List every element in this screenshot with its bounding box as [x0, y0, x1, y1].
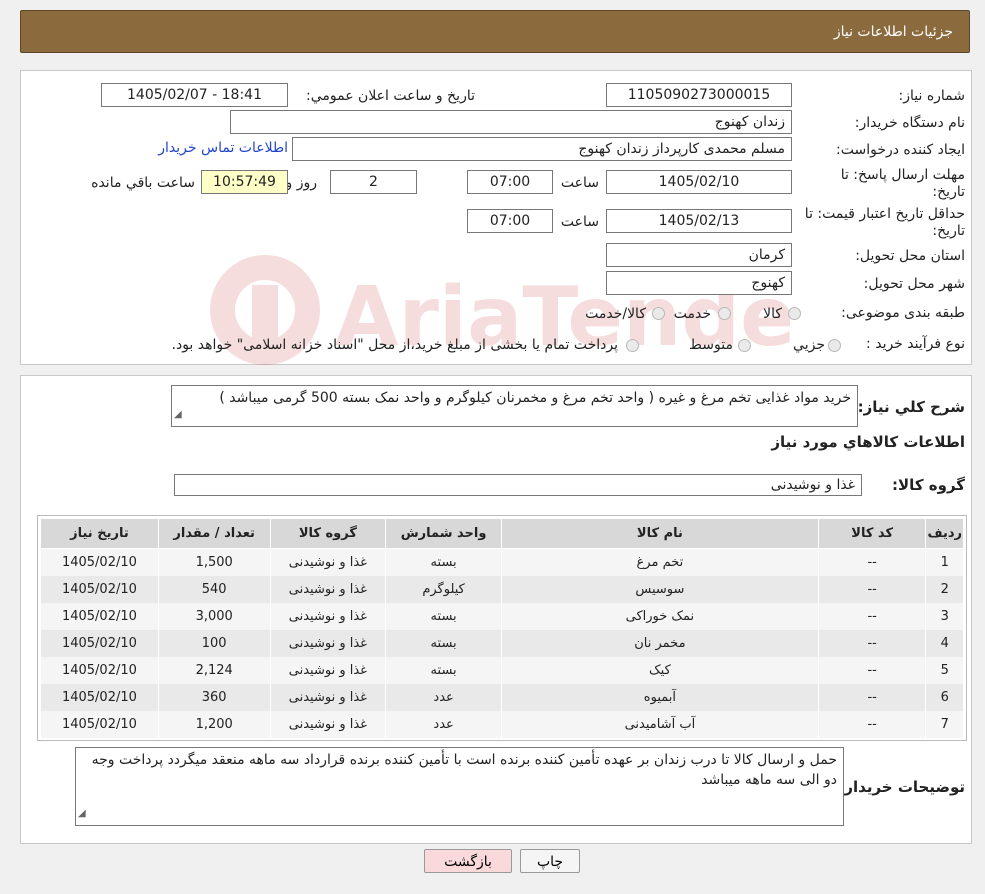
province-label: استان محل تحویل: [855, 248, 965, 264]
table-header-row: رديف کد کالا نام کالا واحد شمارش گروه کا… [40, 518, 964, 549]
table-row: 1 -- تخم مرغ بسته غذا و نوشیدنی 1,500 1405/02/… [40, 548, 964, 576]
col-unit: واحد شمارش [385, 518, 502, 549]
category-option-service: خدمت [673, 306, 711, 322]
remaining-label: ساعت باقي مانده [91, 175, 195, 191]
goods-group-label: گروه کالا: [892, 476, 965, 494]
back-button[interactable]: بازگشت [424, 849, 512, 873]
col-row-number: رديف [925, 518, 964, 549]
table-row: 5 -- کیک بسته غذا و نوشیدنی 2,124 1405/02/10 [40, 656, 964, 684]
col-group: گروه کالا [269, 518, 387, 549]
process-label: نوع فرآیند خرید : [866, 336, 965, 352]
reply-date-field: 1405/02/10 [606, 170, 792, 194]
goods-group-field: غذا و نوشیدنی [174, 474, 862, 496]
resize-handle-icon[interactable]: ◢ [78, 804, 86, 824]
col-item-code: کد کالا [817, 518, 927, 549]
buyer-notes-label: توضیحات خریدار: [838, 778, 965, 796]
table-row: 7 -- آب آشامیدنی عدد غذا و نوشیدنی 1,200 1405/… [40, 710, 964, 738]
process-option-minor: جزیي [793, 337, 825, 353]
price-valid-label: حداقل تاریخ اعتبار قیمت: تا [804, 206, 965, 222]
description-text: خرید مواد غذایی تخم مرغ و غیره ( واحد تخ… [219, 390, 851, 406]
table-row: 3 -- نمک خوراکی بسته غذا و نوشیدنی 3,000 1405/… [40, 602, 964, 630]
table-row: 2 -- سوسیس کیلوگرم غذا و نوشیدنی 540 1405/02/1… [40, 575, 964, 603]
category-radio-goods-service[interactable] [652, 307, 665, 320]
category-label: طبقه بندی موضوعی: [841, 305, 965, 321]
days-label: روز و [285, 175, 318, 191]
page-header: جزئیات اطلاعات نیاز [20, 10, 970, 53]
category-radio-service[interactable] [718, 307, 731, 320]
process-radio-medium[interactable] [738, 339, 751, 352]
table-row: 6 -- آبمیوه عدد غذا و نوشیدنی 360 1405/02/10 [40, 683, 964, 711]
remaining-time-field: 10:57:49 [201, 170, 288, 194]
creator-field: مسلم محمدی کارپرداز زندان کهنوج [292, 137, 792, 161]
col-item-name: نام کالا [500, 518, 819, 549]
col-quantity: تعداد / مقدار [157, 518, 271, 549]
col-need-date: تاریخ نیاز [40, 518, 159, 549]
reply-deadline-label-2: تاریخ: [932, 184, 965, 200]
items-table: رديف کد کالا نام کالا واحد شمارش گروه کا… [40, 518, 964, 738]
price-valid-hour-label: ساعت [560, 214, 599, 230]
category-radio-goods[interactable] [788, 307, 801, 320]
process-option-medium: متوسط [689, 337, 733, 353]
process-radio-treasury[interactable] [626, 339, 639, 352]
province-field: کرمان [606, 243, 792, 267]
table-row: 4 -- مخمر نان بسته غذا و نوشیدنی 100 1405/02/1… [40, 629, 964, 657]
reply-deadline-label: مهلت ارسال پاسخ: تا [840, 167, 965, 183]
resize-handle-icon[interactable]: ◢ [174, 405, 182, 425]
buyer-notes-text: حمل و ارسال کالا تا درب زندان بر عهده تأ… [91, 752, 837, 788]
process-radio-minor[interactable] [828, 339, 841, 352]
need-number-label: شماره نیاز: [898, 88, 966, 104]
city-label: شهر محل تحویل: [863, 276, 965, 292]
buyer-org-label: نام دستگاه خریدار: [854, 115, 965, 131]
reply-time-field: 07:00 [467, 170, 553, 194]
city-field: کهنوج [606, 271, 792, 295]
days-field: 2 [330, 170, 417, 194]
price-valid-date-field: 1405/02/13 [606, 209, 792, 233]
page-title: جزئیات اطلاعات نیاز [833, 24, 953, 40]
need-number-field: 1105090273000015 [606, 83, 792, 107]
print-button[interactable]: چاپ [520, 849, 580, 873]
category-option-goods: کالا [763, 306, 782, 322]
goods-section-title: اطلاعات کالاهاي مورد نياز [771, 433, 965, 451]
buyer-notes-textarea: حمل و ارسال کالا تا درب زندان بر عهده تأ… [75, 747, 844, 826]
announce-field: 1405/02/07 - 18:41 [101, 83, 288, 107]
process-note: پرداخت تمام یا بخشی از مبلغ خرید،از محل … [171, 337, 618, 353]
price-valid-label-2: تاریخ: [932, 223, 965, 239]
buyer-org-field: زندان کهنوج [230, 110, 792, 134]
description-textarea: خرید مواد غذایی تخم مرغ و غیره ( واحد تخ… [171, 385, 858, 427]
description-label: شرح کلي نياز: [857, 398, 965, 416]
category-option-goods-service: کالا/خدمت [585, 306, 646, 322]
price-valid-time-field: 07:00 [467, 209, 553, 233]
reply-hour-label: ساعت [560, 175, 599, 191]
contact-buyer-link[interactable]: اطلاعات تماس خریدار [158, 140, 288, 156]
creator-label: ایجاد کننده درخواست: [836, 142, 965, 158]
announce-label: تاریخ و ساعت اعلان عمومي: [306, 88, 475, 104]
